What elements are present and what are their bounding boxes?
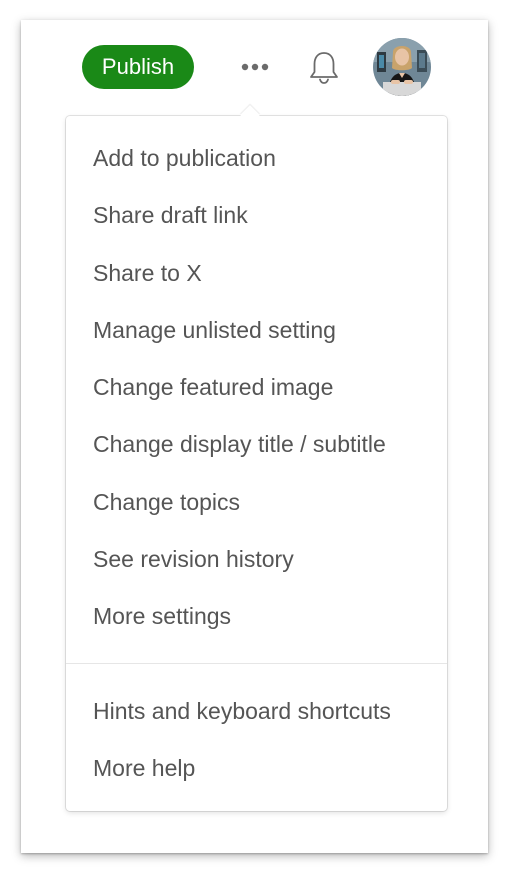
more-horizontal-icon: [241, 63, 269, 71]
menu-caret: [240, 105, 260, 125]
menu-item-more-settings[interactable]: More settings: [66, 592, 447, 649]
menu-item-share-draft-link[interactable]: Share draft link: [66, 191, 447, 248]
menu-divider: [66, 663, 447, 664]
publish-button[interactable]: Publish: [82, 45, 194, 89]
menu-primary-group: Add to publication Share draft link Shar…: [66, 134, 447, 650]
avatar[interactable]: [373, 38, 431, 96]
user-avatar-image: [373, 38, 431, 96]
menu-item-change-featured-image[interactable]: Change featured image: [66, 363, 447, 420]
menu-item-change-display-title[interactable]: Change display title / subtitle: [66, 420, 447, 477]
menu-item-share-to-x[interactable]: Share to X: [66, 249, 447, 306]
menu-item-more-help[interactable]: More help: [66, 744, 447, 801]
menu-item-change-topics[interactable]: Change topics: [66, 478, 447, 535]
menu-item-manage-unlisted-setting[interactable]: Manage unlisted setting: [66, 306, 447, 363]
menu-secondary-group: Hints and keyboard shortcuts More help: [66, 687, 447, 802]
notifications-button[interactable]: [307, 49, 341, 85]
menu-item-see-revision-history[interactable]: See revision history: [66, 535, 447, 592]
menu-item-add-to-publication[interactable]: Add to publication: [66, 134, 447, 191]
more-options-menu: Add to publication Share draft link Shar…: [66, 105, 447, 811]
menu-item-hints-and-shortcuts[interactable]: Hints and keyboard shortcuts: [66, 687, 447, 744]
editor-window: Publish Add to publication Share draft l…: [21, 20, 488, 853]
bell-icon: [310, 52, 338, 84]
more-options-button[interactable]: [235, 52, 275, 82]
